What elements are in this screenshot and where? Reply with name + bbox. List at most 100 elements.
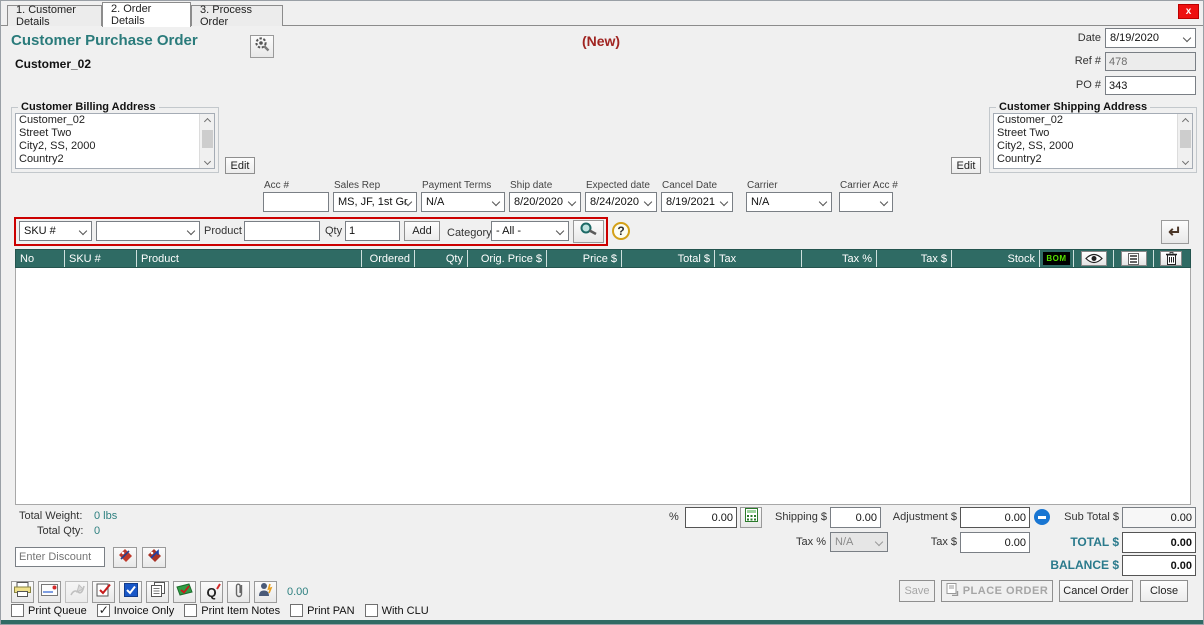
help-icon[interactable]: ? — [612, 222, 630, 240]
carrier-select[interactable]: N/A — [746, 192, 832, 212]
tab-order-details[interactable]: 2. Order Details — [102, 2, 191, 27]
person-icon — [258, 582, 273, 602]
money-check-icon — [176, 583, 193, 601]
scroll-thumb[interactable] — [202, 130, 213, 148]
email-button[interactable] — [38, 581, 61, 603]
close-button[interactable]: Close — [1140, 580, 1188, 602]
order-settings-button[interactable] — [250, 35, 274, 58]
cancel-date-value: 8/19/2021 — [666, 196, 715, 208]
billing-scrollbar[interactable] — [199, 114, 214, 168]
enter-item-button[interactable]: ↵ — [1161, 220, 1189, 244]
footer-amount: 0.00 — [287, 586, 308, 598]
col-notes — [1114, 250, 1154, 267]
ref-label: Ref # — [1041, 55, 1101, 67]
discount-input[interactable] — [15, 547, 105, 567]
product-search-input[interactable] — [244, 221, 320, 241]
printer-button[interactable] — [11, 581, 34, 603]
select-all-button[interactable] — [119, 581, 142, 603]
list-lines-icon[interactable] — [1121, 251, 1147, 266]
edit-shipping-button[interactable]: Edit — [951, 157, 981, 174]
copy-button[interactable] — [146, 581, 169, 603]
attachment-button[interactable] — [227, 581, 250, 603]
acc-number-field[interactable] — [263, 192, 329, 212]
shipping-input[interactable] — [830, 507, 881, 528]
tax-percent-select: N/A — [830, 532, 888, 552]
print-queue-checkbox[interactable] — [11, 604, 24, 617]
print-pan-checkbox[interactable] — [290, 604, 303, 617]
sales-rep-value: MS, JF, 1st Gr — [338, 196, 408, 208]
with-clu-label: With CLU — [382, 605, 429, 617]
minus-circle-icon[interactable] — [1034, 509, 1050, 525]
product-search-button[interactable] — [573, 220, 604, 243]
billing-line: Street Two — [16, 127, 214, 140]
shipping-scrollbar[interactable] — [1177, 114, 1192, 168]
payment-terms-select[interactable]: N/A — [421, 192, 505, 212]
adjustment-input[interactable] — [960, 507, 1030, 528]
chevron-down-icon — [556, 227, 564, 235]
order-status-new: (New) — [541, 33, 661, 49]
payment-terms-label: Payment Terms — [422, 180, 491, 191]
col-sku: SKU # — [65, 250, 137, 267]
envelope-icon — [41, 583, 58, 601]
carrier-acc-select[interactable] — [839, 192, 893, 212]
discount-percent-input[interactable] — [685, 507, 737, 528]
scroll-thumb[interactable] — [1180, 130, 1191, 148]
tab-strip: 1. Customer Details 2. Order Details 3. … — [1, 1, 1203, 26]
invoice-only-checkbox[interactable] — [97, 604, 110, 617]
sku-select[interactable] — [96, 221, 200, 241]
category-select[interactable]: - All - — [491, 221, 569, 241]
calculator-icon — [745, 508, 758, 527]
print-item-notes-checkbox[interactable] — [184, 604, 197, 617]
order-date-picker[interactable]: 8/19/2020 — [1105, 28, 1196, 48]
cancel-order-button[interactable]: Cancel Order — [1059, 580, 1133, 602]
paperclip-icon — [234, 582, 244, 603]
col-delete — [1154, 250, 1188, 267]
po-label: PO # — [1041, 79, 1101, 91]
trash-icon[interactable] — [1160, 251, 1182, 266]
subtotal-field — [1122, 507, 1196, 528]
items-table-body[interactable] — [15, 268, 1191, 505]
user-alert-button[interactable] — [254, 581, 277, 603]
remove-discount-button[interactable] — [142, 547, 166, 568]
scroll-up-icon[interactable] — [200, 114, 215, 128]
save-button[interactable]: Save — [899, 580, 935, 602]
shipping-address-box[interactable]: Customer_02 Street Two City2, SS, 2000 C… — [993, 113, 1193, 169]
sku-mode-value: SKU # — [24, 225, 56, 237]
expected-date-value: 8/24/2020 — [590, 196, 639, 208]
with-clu-checkbox[interactable] — [365, 604, 378, 617]
edit-billing-button[interactable]: Edit — [225, 157, 255, 174]
tax-amount-input[interactable] — [960, 532, 1030, 553]
ship-date-picker[interactable]: 8/20/2020 — [509, 192, 581, 212]
expected-date-picker[interactable]: 8/24/2020 — [585, 192, 657, 212]
print-options-row: Print Queue Invoice Only Print Item Note… — [11, 604, 439, 617]
shipping-line: City2, SS, 2000 — [994, 140, 1192, 153]
close-icon[interactable]: x — [1178, 4, 1199, 19]
tax-amount-label: Tax $ — [923, 536, 957, 548]
chevron-down-icon — [875, 538, 883, 546]
po-number-field[interactable] — [1105, 76, 1196, 95]
billing-address-box[interactable]: Customer_02 Street Two City2, SS, 2000 C… — [15, 113, 215, 169]
cancel-date-picker[interactable]: 8/19/2021 — [661, 192, 733, 212]
place-order-icon — [946, 583, 959, 599]
apply-discount-button[interactable] — [113, 547, 137, 568]
payment-button[interactable] — [173, 581, 196, 603]
scroll-down-icon[interactable] — [1178, 154, 1193, 168]
tab-process-order[interactable]: 3. Process Order — [191, 5, 283, 26]
print-check-button[interactable] — [92, 581, 115, 603]
qty-input[interactable] — [345, 221, 400, 241]
signature-pen-icon — [69, 583, 85, 602]
sku-mode-select[interactable]: SKU # — [19, 221, 92, 241]
add-item-button[interactable]: Add — [404, 221, 440, 241]
eye-icon[interactable] — [1081, 251, 1107, 266]
shipping-address-group: Customer Shipping Address Customer_02 St… — [989, 101, 1197, 173]
product-label: Product — [204, 225, 242, 237]
place-order-button[interactable]: PLACE ORDER — [941, 580, 1053, 602]
tab-customer-details[interactable]: 1. Customer Details — [7, 5, 102, 26]
scroll-down-icon[interactable] — [200, 154, 215, 168]
quickbooks-button[interactable]: Q — [200, 581, 223, 603]
discount-tag-arrow-icon — [147, 548, 162, 567]
sales-rep-select[interactable]: MS, JF, 1st Gr — [333, 192, 417, 212]
calculator-button[interactable] — [740, 507, 762, 528]
scroll-up-icon[interactable] — [1178, 114, 1193, 128]
chevron-down-icon — [644, 198, 652, 206]
